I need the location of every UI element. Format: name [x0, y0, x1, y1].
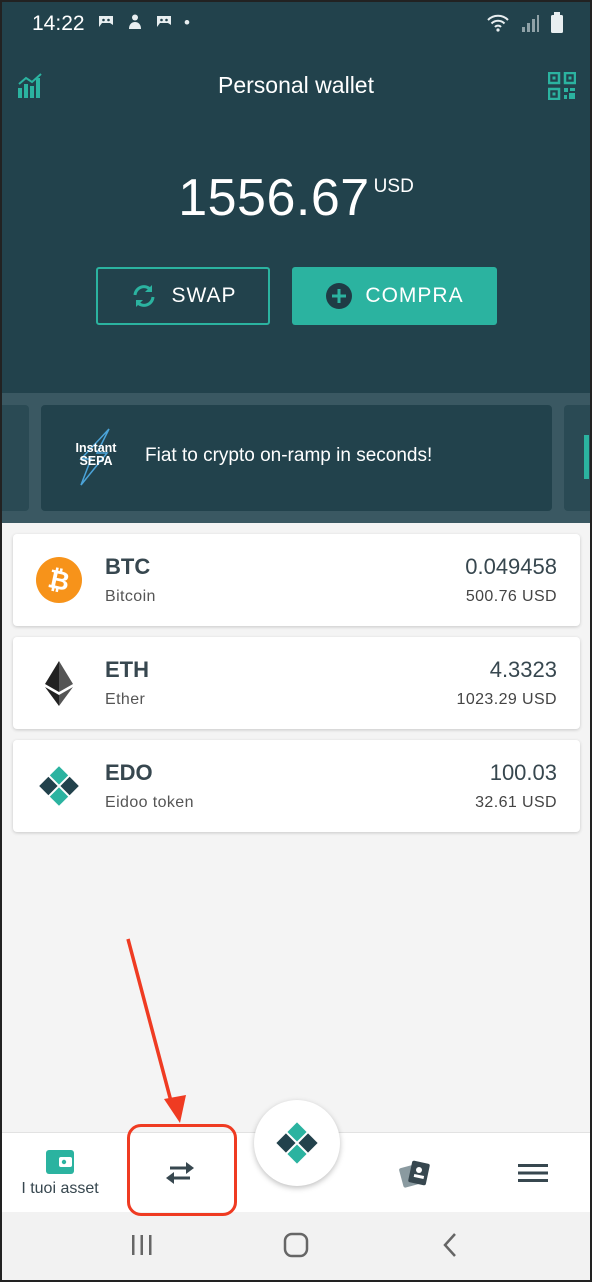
plus-circle-icon: [325, 282, 353, 310]
qr-code-icon[interactable]: [548, 72, 576, 100]
total-balance: 1556.67 USD: [0, 168, 592, 228]
asset-name: Eidoo token: [105, 794, 194, 811]
buy-button[interactable]: COMPRA: [292, 267, 497, 325]
balance-amount: 1556.67: [178, 169, 370, 227]
asset-amount: 0.049458: [465, 554, 557, 579]
swap-button[interactable]: SWAP: [96, 267, 270, 325]
person-icon: [129, 14, 141, 29]
home-icon[interactable]: [283, 1232, 309, 1258]
eidoo-icon: [39, 766, 79, 806]
asset-row-edo[interactable]: EDO Eidoo token 100.03 32.61 USD: [13, 740, 580, 832]
back-icon[interactable]: [440, 1232, 460, 1258]
asset-usd-value: 1023.29 USD: [456, 691, 557, 708]
notification-icons: •: [96, 13, 190, 33]
instant-sepa-banner[interactable]: Instant SEPA Fiat to crypto on-ramp in s…: [41, 405, 552, 511]
asset-amount: 4.3323: [489, 657, 557, 682]
status-time: 14:22: [32, 12, 85, 35]
swap-label: SWAP: [171, 284, 237, 307]
hamburger-menu-icon: [518, 1164, 548, 1182]
nav-assets-label: I tuoi asset: [21, 1180, 99, 1197]
wallet-icon: [46, 1150, 74, 1174]
eidoo-icon: [276, 1122, 318, 1164]
discord-icon: [157, 16, 171, 27]
asset-symbol: BTC: [105, 554, 151, 579]
annotation-highlight-box: [127, 1124, 237, 1216]
instant-sepa-logo: Instant SEPA: [76, 428, 118, 486]
buy-label: COMPRA: [365, 284, 464, 307]
bitcoin-icon: ₿: [36, 557, 82, 603]
asset-usd-value: 500.76 USD: [465, 588, 557, 605]
asset-name: Ether: [105, 691, 146, 708]
asset-amount: 100.03: [489, 760, 557, 785]
nav-contacts[interactable]: [375, 1133, 455, 1213]
next-card-glyph: [584, 435, 589, 479]
status-dot: •: [184, 13, 190, 32]
nav-assets[interactable]: I tuoi asset: [0, 1133, 120, 1213]
android-nav-bar: [0, 1212, 592, 1282]
nav-menu[interactable]: [493, 1133, 573, 1213]
recent-apps-icon[interactable]: [130, 1232, 154, 1258]
carousel-card-prev[interactable]: [0, 405, 29, 511]
balance-currency: USD: [373, 176, 414, 197]
carousel-card-next[interactable]: [564, 405, 592, 511]
wallet-header: Personal wallet 1556.67 USD SWAP COMPRA: [0, 48, 592, 393]
refresh-icon: [129, 283, 159, 309]
cards-icon: [399, 1160, 430, 1188]
wifi-icon: [487, 14, 509, 32]
asset-symbol: EDO: [105, 760, 153, 785]
system-icons: [486, 12, 564, 34]
asset-symbol: ETH: [105, 657, 149, 682]
signal-icon: [522, 15, 539, 32]
annotation-arrow: [126, 938, 186, 1123]
nav-center-eidoo-button[interactable]: [254, 1100, 340, 1186]
promo-carousel[interactable]: Instant SEPA Fiat to crypto on-ramp in s…: [0, 393, 592, 523]
status-bar: 14:22 •: [0, 0, 592, 48]
asset-name: Bitcoin: [105, 588, 156, 605]
sepa-logo-line1: Instant: [76, 441, 118, 455]
banner-text: Fiat to crypto on-ramp in seconds!: [145, 445, 433, 466]
page-title: Personal wallet: [218, 72, 374, 98]
battery-icon: [551, 12, 563, 33]
discord-icon: [99, 16, 113, 27]
asset-row-eth[interactable]: ETH Ether 4.3323 1023.29 USD: [13, 637, 580, 729]
sepa-logo-line2: SEPA: [79, 454, 112, 468]
asset-row-btc[interactable]: ₿ BTC Bitcoin 0.049458 500.76 USD: [13, 534, 580, 626]
asset-usd-value: 32.61 USD: [475, 794, 557, 811]
ethereum-icon: [45, 661, 73, 706]
